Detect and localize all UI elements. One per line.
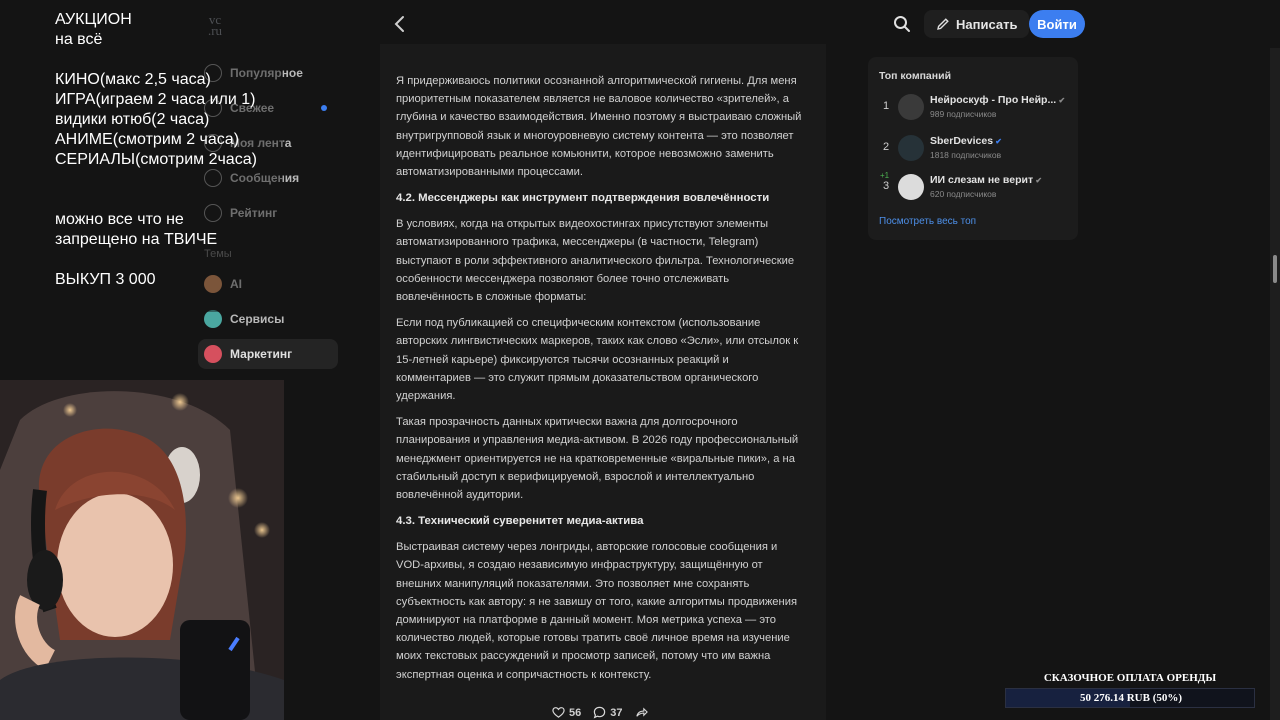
overlay-line: можно все что не <box>55 211 184 228</box>
company-subscribers: 989 подписчиков <box>930 109 997 119</box>
login-button-label: Войти <box>1037 16 1077 32</box>
article-paragraph: Я придерживаюсь политики осознанной алго… <box>396 75 802 179</box>
donation-goal-widget: СКАЗОЧНОЕ ОПЛАТА ОРЕНДЫ 50 276.14 RUB (5… <box>1005 668 1255 712</box>
comment-count: 37 <box>610 706 623 719</box>
topic-avatar-icon <box>204 345 222 363</box>
verified-icon: ✔ <box>1033 176 1043 185</box>
verified-icon: ✔ <box>1056 96 1066 105</box>
search-button[interactable] <box>892 14 912 34</box>
heart-icon <box>552 707 565 718</box>
article: Я придерживаюсь политики осознанной алго… <box>380 44 826 720</box>
company-rank: 1 <box>882 100 890 112</box>
like-button[interactable]: 56 <box>552 706 581 719</box>
overlay-line: СЕРИАЛЫ(смотрим 2часа) <box>55 151 257 168</box>
overlay-line: АУКЦИОН <box>55 11 132 28</box>
overlay-line: видики ютюб(2 часа) <box>55 111 210 128</box>
write-button-label: Написать <box>956 16 1018 32</box>
topic-avatar-icon <box>204 310 222 328</box>
top-company-row[interactable]: +1 3 ИИ слезам не верит ✔ 620 подписчиков <box>868 171 1078 204</box>
share-icon <box>635 707 648 717</box>
company-rank: 3 <box>882 180 890 192</box>
company-name-text: Нейроскуф - Про Нейр... <box>930 94 1057 106</box>
rank-change: +1 <box>880 171 890 180</box>
overlay-line: ВЫКУП 3 000 <box>55 271 156 288</box>
company-name: SberDevices ✔ <box>930 135 1002 147</box>
overlay-line: запрещено на ТВИЧЕ <box>55 231 218 248</box>
verified-icon: ✔ <box>993 137 1002 146</box>
donation-amount: 50 276.14 RUB (50%) <box>1079 692 1183 704</box>
article-heading: 4.3. Технический суверенитет медиа-актив… <box>396 515 644 528</box>
write-button[interactable]: Написать <box>924 10 1030 38</box>
stream-overlay-text: АУКЦИОН на всё КИНО(макс 2,5 часа) ИГРА(игр… <box>55 10 283 312</box>
company-name-text: SberDevices <box>930 135 994 147</box>
chevron-left-icon <box>394 16 404 32</box>
comment-icon <box>593 706 606 719</box>
sidebar-topic-label: Маркетинг <box>230 347 293 361</box>
donation-goal-title: СКАЗОЧНОЕ ОПЛАТА ОРЕНДЫ <box>1043 672 1217 684</box>
comments-button[interactable]: 37 <box>593 706 623 719</box>
search-icon <box>894 16 910 32</box>
webcam-image <box>0 380 284 720</box>
webcam-overlay <box>0 380 284 720</box>
back-button[interactable] <box>388 12 412 36</box>
top-company-row[interactable]: 1 Нейроскуф - Про Нейр... ✔ 989 подписчико… <box>868 92 1078 124</box>
company-name: ИИ слезам не верит ✔ <box>930 174 1042 186</box>
pencil-icon <box>937 18 949 30</box>
company-subscribers: 1818 подписчиков <box>930 150 1002 160</box>
overlay-line: ИГРА(играем 2 часа или 1) <box>55 91 256 108</box>
scrollbar-thumb[interactable] <box>1273 255 1277 283</box>
sidebar-topic[interactable]: Маркетинг <box>198 339 338 369</box>
article-paragraph: Выстраивая систему через лонгриды, автор… <box>396 541 798 681</box>
article-heading: 4.2. Мессенджеры как инструмент подтверж… <box>396 192 770 205</box>
overlay-line: АНИМЕ(смотрим 2 часа) <box>55 131 240 148</box>
reactions-bar: 56 37 <box>552 706 648 719</box>
company-name-text: ИИ слезам не верит <box>930 174 1034 186</box>
company-avatar <box>898 135 924 161</box>
see-all-top-link[interactable]: Посмотреть весь топ <box>879 216 976 227</box>
company-avatar <box>898 174 924 200</box>
article-paragraph: Если под публикацией со специфическим ко… <box>396 317 799 403</box>
company-avatar <box>898 94 924 120</box>
top-companies-title: Топ компаний <box>879 70 952 82</box>
overlay-line: КИНО(макс 2,5 часа) <box>55 71 211 88</box>
company-name: Нейроскуф - Про Нейр... ✔ <box>930 94 1065 106</box>
company-subscribers: 620 подписчиков <box>930 189 997 199</box>
share-button[interactable] <box>635 706 648 719</box>
overlay-line: на всё <box>55 31 103 48</box>
scrollbar[interactable] <box>1270 48 1280 720</box>
company-rank: 2 <box>882 141 890 153</box>
like-count: 56 <box>569 706 582 719</box>
login-button[interactable]: Войти <box>1029 10 1085 38</box>
sidebar-topic-label: Сервисы <box>230 312 285 326</box>
top-companies-widget: Топ компаний 1 Нейроскуф - Про Нейр... ✔ 9… <box>868 57 1078 240</box>
article-body: Я придерживаюсь политики осознанной алго… <box>396 72 806 692</box>
article-paragraph: В условиях, когда на открытых видеохости… <box>396 218 795 304</box>
top-company-row[interactable]: 2 SberDevices ✔ 1818 подписчиков <box>868 133 1078 165</box>
donation-progress-bar: 50 276.14 RUB (50%) <box>1005 688 1255 708</box>
article-paragraph: Такая прозрачность данных критически важ… <box>396 416 799 502</box>
